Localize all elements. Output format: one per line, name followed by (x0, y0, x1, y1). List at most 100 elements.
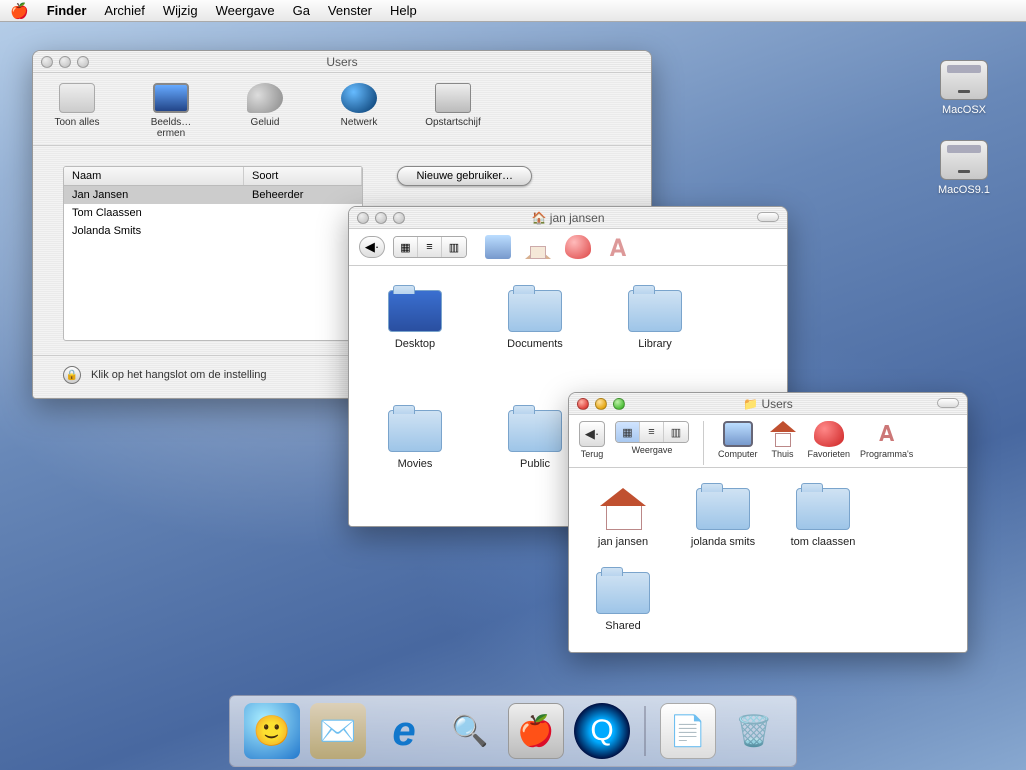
folder-documents[interactable]: Documents (499, 290, 571, 382)
apple-menu-icon[interactable]: 🍎 (10, 2, 29, 20)
applications-icon: 𝐀 (872, 421, 902, 447)
close-button[interactable] (41, 56, 53, 68)
favorites-icon[interactable] (565, 235, 591, 259)
home-icon[interactable] (525, 235, 551, 259)
toolbar-toggle-button[interactable] (937, 398, 959, 408)
speaker-icon (247, 83, 283, 113)
applications-icon[interactable]: 𝐀 (605, 235, 631, 259)
icon-view-button[interactable]: ▦ (616, 422, 640, 442)
menu-weergave[interactable]: Weergave (216, 3, 275, 18)
menu-bar: 🍎 Finder Archief Wijzig Weergave Ga Vens… (0, 0, 1026, 22)
table-row[interactable]: Tom Claassen (64, 204, 362, 222)
zoom-button[interactable] (393, 212, 405, 224)
folder-desktop[interactable]: Desktop (379, 290, 451, 382)
toolbar-applications[interactable]: 𝐀Programma's (860, 421, 913, 459)
computer-icon (723, 421, 753, 447)
view-switcher: ▦ ≡ ▥ (393, 236, 467, 258)
menu-wijzig[interactable]: Wijzig (163, 3, 198, 18)
icon-view-button[interactable]: ▦ (394, 237, 418, 257)
back-button[interactable]: ◀· (359, 236, 385, 258)
close-button[interactable] (357, 212, 369, 224)
toolbar-toggle-button[interactable] (757, 212, 779, 222)
folder-icon (388, 290, 442, 332)
display-icon (153, 83, 189, 113)
col-kind[interactable]: Soort (244, 167, 362, 185)
toolbar-network[interactable]: Netwerk (329, 83, 389, 139)
folder-jan-jansen[interactable]: jan jansen (587, 488, 659, 548)
window-controls (349, 212, 405, 224)
close-button[interactable] (577, 398, 589, 410)
home-folder-icon (596, 488, 650, 530)
dock-trash-icon[interactable]: 🗑️ (726, 703, 782, 759)
list-view-button[interactable]: ≡ (418, 237, 442, 257)
dock-ie-icon[interactable]: e (376, 703, 432, 759)
finder-toolbar: ◀· Terug ▦ ≡ ▥ Weergave Computer Thuis F… (569, 415, 967, 468)
lock-text: Klik op het hangslot om de instelling (91, 369, 267, 381)
toolbar-home[interactable]: Thuis (768, 421, 798, 459)
folder-icon (388, 410, 442, 452)
menu-ga[interactable]: Ga (293, 3, 310, 18)
col-name[interactable]: Naam (64, 167, 244, 185)
titlebar[interactable]: 🏠 jan jansen (349, 207, 787, 229)
finder-toolbar: ◀· ▦ ≡ ▥ 𝐀 (349, 229, 787, 266)
drive-icon (940, 140, 988, 180)
table-row[interactable]: Jan Jansen Beheerder (64, 186, 362, 204)
app-menu[interactable]: Finder (47, 3, 87, 18)
toolbar-displays[interactable]: Beelds…ermen (141, 83, 201, 139)
finder-body[interactable]: jan jansen jolanda smits tom claassen Sh… (569, 468, 967, 652)
minimize-button[interactable] (375, 212, 387, 224)
dock-mail-icon[interactable]: ✉️ (310, 703, 366, 759)
dock-sherlock-icon[interactable]: 🔍 (442, 703, 498, 759)
back-button[interactable]: ◀· Terug (579, 421, 605, 459)
menu-venster[interactable]: Venster (328, 3, 372, 18)
toolbar-computer[interactable]: Computer (718, 421, 758, 459)
column-view-button[interactable]: ▥ (442, 237, 466, 257)
view-switcher[interactable]: ▦ ≡ ▥ Weergave (615, 421, 689, 455)
dock-finder-icon[interactable]: 🙂 (244, 703, 300, 759)
folder-shared[interactable]: Shared (587, 572, 659, 632)
toolbar-sound[interactable]: Geluid (235, 83, 295, 139)
zoom-button[interactable] (613, 398, 625, 410)
toolbar-show-all[interactable]: Toon alles (47, 83, 107, 139)
toolbar-favorites[interactable]: Favorieten (808, 421, 851, 459)
dock-quicktime-icon[interactable]: Q (574, 703, 630, 759)
drive-label: MacOS9.1 (924, 184, 1004, 196)
window-title: 📁 Users (569, 397, 967, 411)
menu-help[interactable]: Help (390, 3, 417, 18)
folder-jolanda-smits[interactable]: jolanda smits (687, 488, 759, 548)
new-user-button[interactable]: Nieuwe gebruiker… (397, 166, 532, 186)
folder-public[interactable]: Public (499, 410, 571, 502)
dock-separator (644, 706, 646, 756)
users-finder-window: 📁 Users ◀· Terug ▦ ≡ ▥ Weergave Computer… (568, 392, 968, 653)
folder-movies[interactable]: Movies (379, 410, 451, 502)
heart-icon (814, 421, 844, 447)
column-view-button[interactable]: ▥ (664, 422, 688, 442)
toolbar-startup-disk[interactable]: Opstartschijf (423, 83, 483, 139)
dock-sysprefs-icon[interactable]: 🍎 (508, 703, 564, 759)
desktop-drive-macos9[interactable]: MacOS9.1 (924, 140, 1004, 196)
titlebar[interactable]: 📁 Users (569, 393, 967, 415)
lock-icon[interactable]: 🔒 (63, 366, 81, 384)
window-title: 🏠 jan jansen (349, 211, 787, 225)
prefs-toolbar: Toon alles Beelds…ermen Geluid Netwerk O… (33, 73, 651, 146)
grid-icon (59, 83, 95, 113)
zoom-button[interactable] (77, 56, 89, 68)
table-header: Naam Soort (64, 167, 362, 186)
desktop-drive-macosx[interactable]: MacOSX (924, 60, 1004, 116)
list-view-button[interactable]: ≡ (640, 422, 664, 442)
minimize-button[interactable] (595, 398, 607, 410)
window-controls (33, 56, 89, 68)
menu-archief[interactable]: Archief (104, 3, 144, 18)
home-icon (768, 421, 798, 447)
titlebar[interactable]: Users (33, 51, 651, 73)
folder-library[interactable]: Library (619, 290, 691, 382)
folder-icon (628, 290, 682, 332)
folder-icon (508, 410, 562, 452)
table-row[interactable]: Jolanda Smits (64, 222, 362, 240)
users-table: Naam Soort Jan Jansen Beheerder Tom Claa… (63, 166, 363, 341)
dock-document-icon[interactable]: 📄 (660, 703, 716, 759)
minimize-button[interactable] (59, 56, 71, 68)
folder-tom-claassen[interactable]: tom claassen (787, 488, 859, 548)
computer-icon[interactable] (485, 235, 511, 259)
toolbar-favorites: 𝐀 (485, 235, 631, 259)
